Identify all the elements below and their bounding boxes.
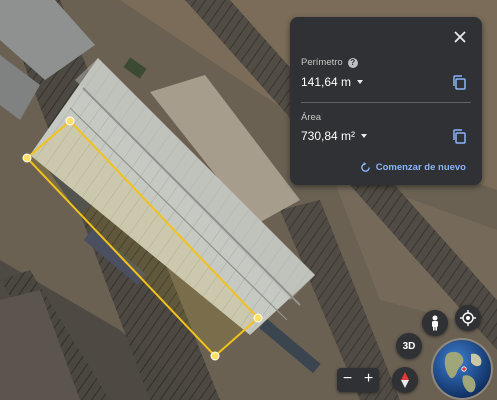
street-view-button[interactable]	[422, 310, 448, 336]
perimeter-value: 141,64 m	[301, 75, 352, 89]
panel-divider	[301, 102, 471, 103]
area-label: Área	[301, 112, 322, 123]
zoom-in-button[interactable]: +	[358, 368, 379, 392]
globe-icon	[433, 340, 491, 398]
chevron-down-icon	[361, 134, 368, 138]
copy-icon[interactable]	[452, 129, 466, 144]
copy-icon[interactable]	[452, 75, 466, 90]
my-location-button[interactable]	[455, 305, 481, 331]
perimeter-label: Perímetro	[301, 57, 343, 68]
area-value: 730,84 m²	[301, 129, 356, 143]
3d-toggle-button[interactable]: 3D	[396, 333, 422, 359]
measure-panel: Perímetro ? 141,64 m Área 730,84 m² Come…	[290, 17, 482, 185]
zoom-out-button[interactable]: −	[337, 368, 358, 392]
compass-icon	[401, 372, 409, 388]
pegman-icon	[432, 315, 438, 331]
restart-label: Comenzar de nuevo	[375, 162, 466, 173]
zoom-control: − +	[337, 368, 379, 392]
help-icon[interactable]: ?	[347, 57, 358, 68]
globe-button[interactable]	[433, 340, 491, 398]
my-location-icon	[460, 310, 476, 326]
chevron-down-icon	[357, 80, 364, 84]
3d-label: 3D	[402, 340, 416, 352]
perimeter-unit-dropdown[interactable]: 141,64 m	[301, 75, 364, 89]
close-icon[interactable]	[452, 29, 468, 45]
restart-icon	[360, 162, 370, 172]
area-unit-dropdown[interactable]: 730,84 m²	[301, 129, 368, 143]
compass-button[interactable]	[392, 367, 418, 393]
area-label-row: Área	[301, 112, 321, 123]
perimeter-label-row: Perímetro ?	[301, 57, 358, 68]
restart-button[interactable]: Comenzar de nuevo	[360, 162, 466, 173]
